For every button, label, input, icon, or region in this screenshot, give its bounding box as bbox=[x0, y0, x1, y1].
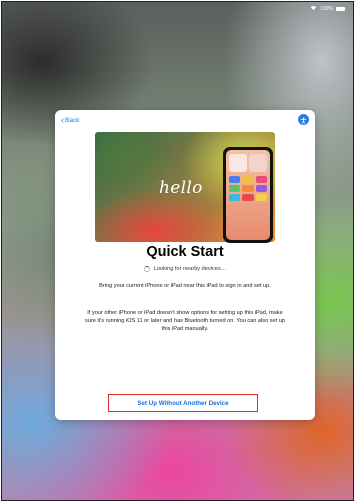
back-label: Back bbox=[65, 117, 80, 124]
app-icon bbox=[255, 185, 267, 192]
iphone-illustration bbox=[223, 147, 273, 243]
page-title: Quick Start bbox=[146, 244, 224, 260]
hello-greeting: hello bbox=[159, 178, 203, 198]
chevron-left-icon: ‹ bbox=[61, 115, 64, 125]
app-icon bbox=[229, 185, 241, 192]
back-button[interactable]: ‹ Back bbox=[61, 115, 80, 125]
app-icon bbox=[242, 194, 254, 201]
app-icon bbox=[229, 176, 241, 183]
battery-percent: 100% bbox=[320, 5, 333, 12]
accessibility-button[interactable] bbox=[298, 114, 309, 125]
widget bbox=[249, 154, 267, 172]
searching-text: Looking for nearby devices… bbox=[153, 266, 227, 272]
help-text: If your other iPhone or iPad doesn't sho… bbox=[85, 310, 285, 332]
spinner-icon bbox=[143, 266, 150, 272]
wifi-icon bbox=[310, 5, 317, 12]
ipad-screen: 100% ‹ Back hello Quick Start Looking fo… bbox=[1, 1, 354, 501]
widget bbox=[229, 154, 247, 172]
iphone-screen bbox=[226, 150, 270, 240]
app-icon bbox=[242, 176, 254, 183]
quick-start-card: ‹ Back hello Quick Start Looking for nea… bbox=[55, 110, 315, 420]
setup-without-device-button[interactable]: Set Up Without Another Device bbox=[108, 394, 258, 412]
app-icon bbox=[242, 185, 254, 192]
status-bar: 100% bbox=[310, 5, 345, 12]
instruction-text: Bring your current iPhone or iPad near t… bbox=[99, 283, 271, 289]
app-icon-grid bbox=[229, 176, 267, 201]
battery-icon bbox=[336, 6, 345, 11]
app-icon bbox=[255, 176, 267, 183]
app-icon bbox=[229, 194, 241, 201]
accessibility-icon bbox=[300, 111, 307, 129]
app-icon bbox=[255, 194, 267, 201]
searching-status: Looking for nearby devices… bbox=[55, 266, 315, 272]
